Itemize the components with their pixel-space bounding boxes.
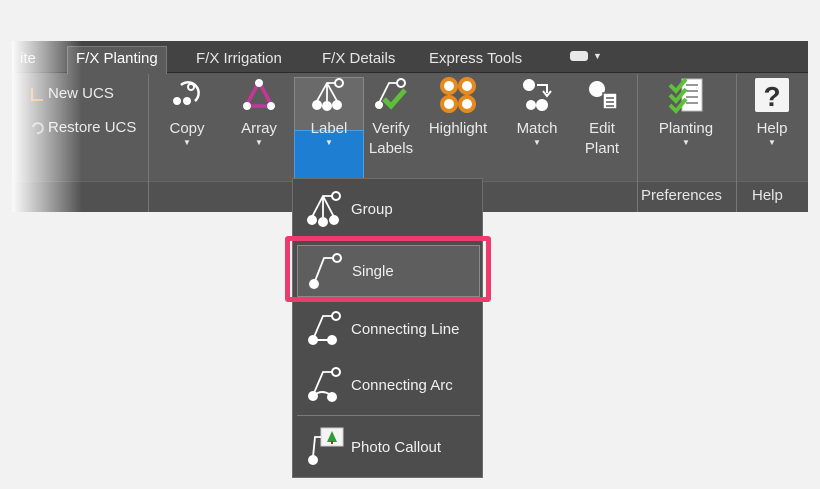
menu-item-group-label: Group bbox=[351, 200, 393, 218]
help-label: Help bbox=[756, 120, 788, 137]
chevron-down-icon: ▼ bbox=[768, 138, 776, 147]
copy-label: Copy bbox=[169, 120, 205, 137]
label-button[interactable]: Label ▼ bbox=[304, 75, 354, 147]
menu-item-group[interactable]: Group bbox=[297, 183, 480, 235]
menu-separator bbox=[297, 301, 480, 302]
label-connecting-arc-icon bbox=[308, 367, 341, 402]
chevron-down-icon: ▼ bbox=[325, 138, 333, 147]
ribbon-options-button[interactable]: ▼ bbox=[570, 51, 602, 61]
menu-item-single[interactable]: Single bbox=[297, 245, 480, 297]
label-group-icon bbox=[307, 191, 341, 227]
array-label: Array bbox=[241, 120, 277, 137]
menu-item-connecting-line-label: Connecting Line bbox=[351, 320, 460, 338]
menu-item-connecting-arc[interactable]: Connecting Arc bbox=[297, 359, 480, 411]
panel-divider bbox=[148, 74, 149, 212]
match-icon bbox=[523, 79, 552, 111]
highlight-icon bbox=[440, 77, 476, 113]
label-single-icon bbox=[309, 253, 342, 289]
highlight-button[interactable]: Highlight bbox=[422, 75, 494, 139]
help-button[interactable]: ? Help ▼ bbox=[748, 75, 796, 147]
copy-icon bbox=[173, 81, 200, 105]
verify-labels-icon bbox=[375, 78, 407, 110]
label-connecting-line-icon bbox=[308, 311, 341, 345]
edit-plant-line1: Edit bbox=[589, 120, 615, 137]
menu-separator bbox=[297, 415, 480, 416]
restore-ucs-button[interactable]: Restore UCS bbox=[30, 119, 136, 136]
menu-item-connecting-arc-label: Connecting Arc bbox=[351, 376, 453, 394]
panel-title-preferences: Preferences bbox=[641, 187, 722, 204]
restore-icon bbox=[32, 121, 44, 134]
ribbon-tab-strip: ite F/X Planting F/X Irrigation F/X Deta… bbox=[12, 41, 808, 74]
verify-label-line1: Verify bbox=[372, 120, 410, 137]
menu-item-photo-callout[interactable]: Photo Callout bbox=[297, 421, 480, 473]
highlight-label: Highlight bbox=[428, 120, 488, 137]
panel-divider bbox=[736, 74, 737, 212]
ucs-icon bbox=[31, 87, 43, 101]
chevron-down-icon: ▼ bbox=[593, 51, 602, 61]
planting-label: Planting bbox=[658, 120, 714, 137]
verify-labels-button[interactable]: Verify Labels bbox=[368, 75, 414, 159]
match-button[interactable]: Match ▼ bbox=[509, 75, 565, 147]
planting-preferences-icon bbox=[668, 77, 703, 114]
new-ucs-button[interactable]: New UCS bbox=[30, 85, 114, 102]
help-icon: ? bbox=[755, 78, 789, 112]
panel-title-help: Help bbox=[752, 187, 783, 204]
label-label: Label bbox=[310, 120, 348, 137]
tab-fx-planting[interactable]: F/X Planting bbox=[67, 46, 167, 74]
verify-label-line2: Labels bbox=[368, 140, 414, 157]
edit-plant-line2: Plant bbox=[584, 140, 620, 157]
panel-divider bbox=[637, 74, 638, 212]
planting-preferences-button[interactable]: Planting ▼ bbox=[646, 75, 726, 147]
restore-ucs-label: Restore UCS bbox=[48, 119, 137, 136]
ribbon-display-icon bbox=[570, 51, 588, 61]
tab-site[interactable]: ite bbox=[20, 47, 36, 73]
chevron-down-icon: ▼ bbox=[533, 138, 541, 147]
new-ucs-label: New UCS bbox=[48, 85, 114, 102]
chevron-down-icon: ▼ bbox=[183, 138, 191, 147]
label-dropdown-menu: Group Single Connecting Line Connecting … bbox=[292, 178, 483, 478]
edit-plant-icon bbox=[589, 81, 618, 110]
menu-separator bbox=[297, 239, 480, 240]
tab-fx-details[interactable]: F/X Details bbox=[322, 47, 395, 73]
tab-express-tools[interactable]: Express Tools bbox=[429, 47, 522, 73]
array-button[interactable]: Array ▼ bbox=[234, 75, 284, 147]
match-label: Match bbox=[516, 120, 558, 137]
tab-fx-irrigation[interactable]: F/X Irrigation bbox=[196, 47, 282, 73]
menu-item-connecting-line[interactable]: Connecting Line bbox=[297, 303, 480, 355]
copy-button[interactable]: Copy ▼ bbox=[162, 75, 212, 147]
photo-callout-icon bbox=[308, 427, 344, 465]
menu-item-photo-callout-label: Photo Callout bbox=[351, 438, 442, 456]
svg-text:?: ? bbox=[763, 81, 780, 112]
edit-plant-button[interactable]: Edit Plant bbox=[580, 75, 624, 159]
array-icon bbox=[243, 78, 275, 110]
menu-item-single-label: Single bbox=[352, 262, 394, 280]
label-icon bbox=[312, 78, 344, 111]
chevron-down-icon: ▼ bbox=[682, 138, 690, 147]
chevron-down-icon: ▼ bbox=[255, 138, 263, 147]
